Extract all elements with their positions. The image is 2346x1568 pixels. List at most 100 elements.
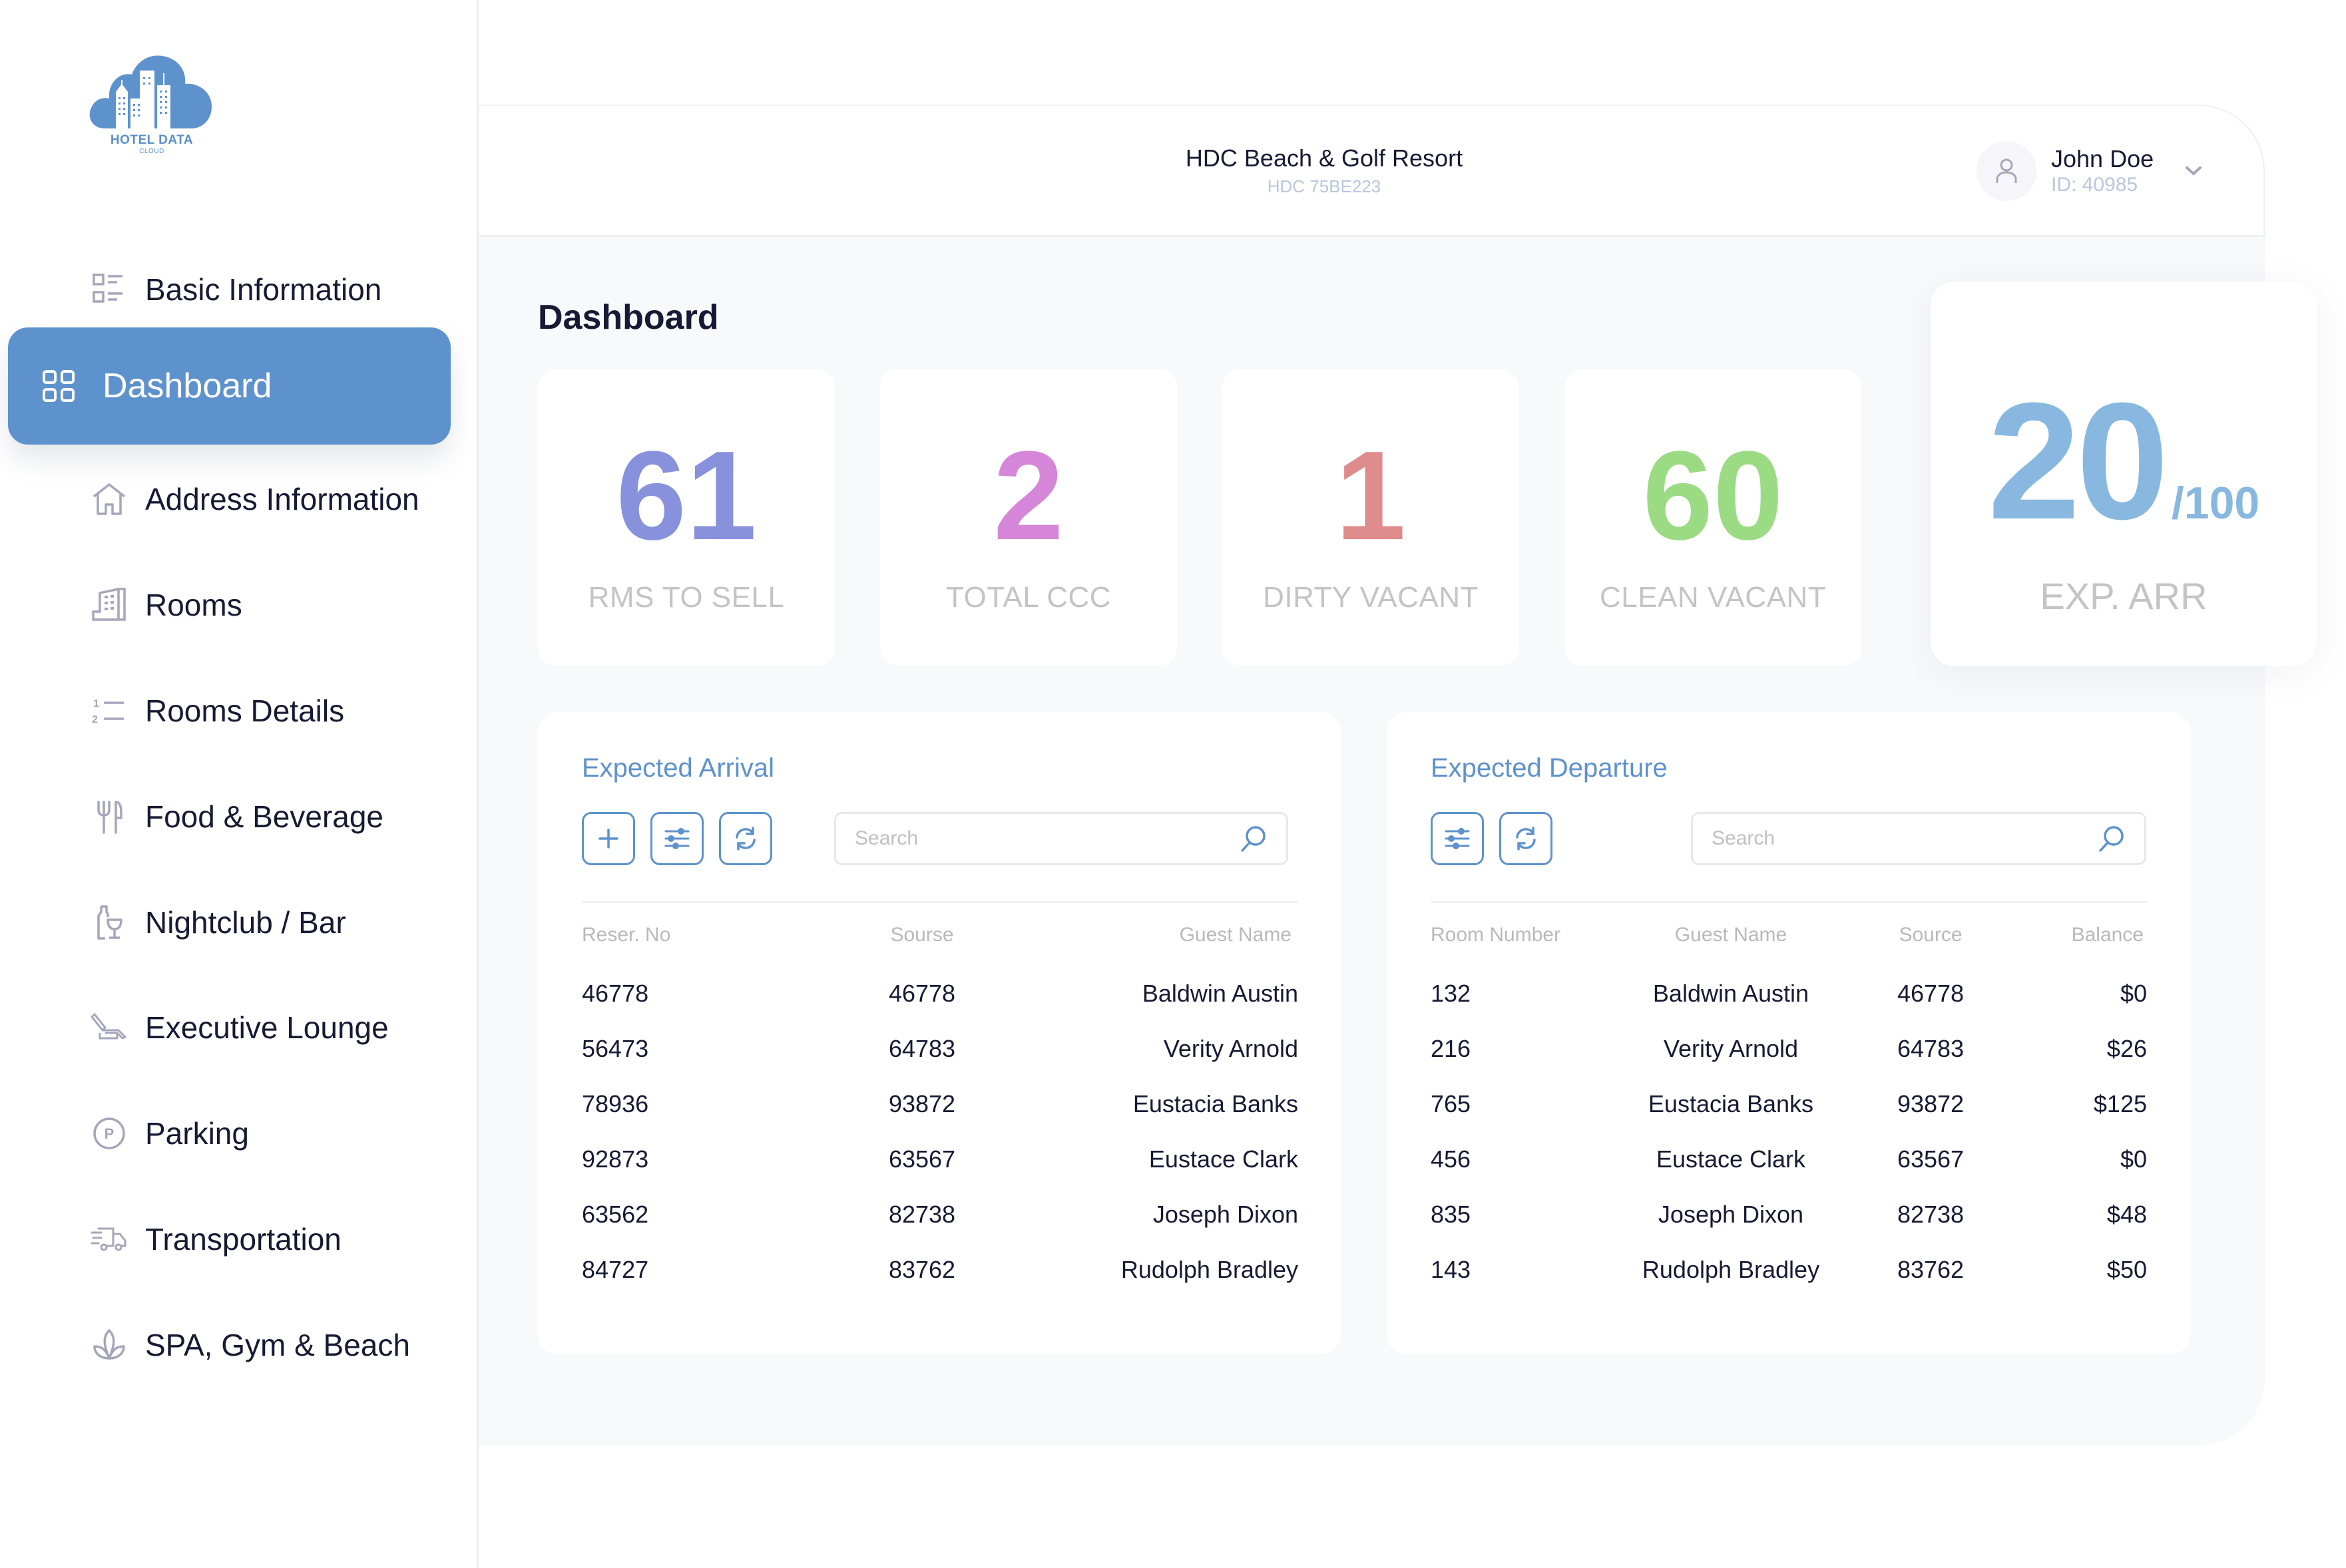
cell-reservation-number: 46778 (582, 980, 649, 1007)
cell-guest-name: Eustace Clark (1148, 1145, 1298, 1173)
building-icon (91, 586, 128, 624)
exp-arr-value-group: 20 /100 (1931, 378, 2317, 544)
avatar[interactable] (1977, 141, 2036, 201)
cell-room-number: 143 (1431, 1256, 1471, 1283)
lotus-icon (91, 1326, 128, 1364)
departure-search[interactable] (1691, 812, 2146, 865)
stat-value: 61 (616, 425, 757, 566)
lounge-chair-icon (91, 1009, 128, 1046)
user-icon (1996, 158, 2017, 183)
arrival-add-button[interactable] (582, 812, 635, 865)
hotel-info: HDC Beach & Golf Resort HDC 75BE223 (1051, 144, 1597, 197)
cell-source: 93872 (888, 1090, 956, 1117)
cell-guest-name: Baldwin Austin (1142, 980, 1298, 1007)
sidebar-item-address-information[interactable]: Address Information (8, 459, 451, 539)
cell-reservation-number: 92873 (582, 1145, 649, 1173)
sidebar-item-rooms-details[interactable]: 12 Rooms Details (8, 671, 451, 751)
sidebar-item-label: Transportation (145, 1222, 342, 1257)
sidebar-item-executive-lounge[interactable]: Executive Lounge (8, 988, 451, 1068)
arrival-filter-button[interactable] (650, 812, 704, 865)
cell-source: 46778 (1897, 980, 1965, 1007)
cell-room-number: 216 (1431, 1035, 1471, 1062)
arrival-refresh-button[interactable] (719, 812, 772, 865)
user-menu[interactable]: John Doe ID: 40985 (1977, 140, 2207, 202)
user-menu-toggle[interactable] (2180, 158, 2207, 184)
svg-text:2: 2 (92, 714, 98, 725)
arrival-search-input[interactable] (855, 814, 1215, 863)
cell-source: 63567 (888, 1145, 956, 1173)
search-icon[interactable] (1238, 823, 1269, 854)
logo-title: HOTEL DATA (110, 133, 194, 147)
cell-source: 82738 (1897, 1201, 1965, 1228)
arrival-search[interactable] (834, 812, 1288, 865)
sidebar-item-label: Basic Information (145, 272, 382, 307)
sidebar-item-food-beverage[interactable]: Food & Beverage (8, 777, 451, 857)
sidebar-item-nightclub-bar[interactable]: Nightclub / Bar (8, 882, 451, 962)
card-title: Expected Arrival (582, 753, 775, 783)
sidebar-item-label: Rooms (145, 588, 242, 622)
search-icon[interactable] (2096, 823, 2127, 854)
departure-col-room-number[interactable]: Room Number (1431, 924, 1560, 946)
cell-source: 82738 (888, 1201, 956, 1228)
arrival-col-reser-no[interactable]: Reser. No (582, 924, 670, 946)
departure-col-source[interactable]: Source (1864, 924, 1997, 946)
sidebar-item-rooms[interactable]: Rooms (8, 565, 451, 645)
sidebar-item-parking[interactable]: P Parking (8, 1093, 451, 1173)
refresh-icon (736, 827, 756, 851)
departure-filter-button[interactable] (1431, 812, 1484, 865)
cell-balance: $26 (2106, 1035, 2147, 1062)
list-icon (91, 271, 128, 308)
exp-arr-total: /100 (2171, 478, 2260, 528)
bottle-glass-icon (91, 904, 128, 941)
cell-room-number: 132 (1431, 980, 1471, 1007)
stat-card-clean-vacant: 60 CLEAN VACANT (1564, 369, 1861, 666)
exp-arr-label: EXP. ARR (2040, 575, 2208, 617)
sidebar-item-spa-gym-beach[interactable]: SPA, Gym & Beach (8, 1305, 451, 1385)
stat-label: RMS TO SELL (588, 581, 785, 614)
cell-guest-name: Eustace Clark (1656, 1145, 1806, 1173)
user-name: John Doe (2051, 145, 2154, 172)
plus-icon (598, 829, 618, 849)
departure-col-balance[interactable]: Balance (2010, 924, 2144, 946)
cell-guest-name: Joseph Dixon (1658, 1201, 1804, 1228)
sidebar-item-label: Dashboard (103, 367, 272, 405)
cell-source: 64783 (1897, 1035, 1965, 1062)
truck-icon (91, 1221, 128, 1258)
sidebar-item-dashboard[interactable]: Dashboard (8, 327, 451, 445)
cell-room-number: 456 (1431, 1145, 1471, 1173)
stat-card-total-ccc: 2 TOTAL CCC (880, 369, 1177, 666)
stat-card-exp-arr: 20 /100 EXP. ARR (1931, 282, 2317, 666)
hotel-data-cloud-logo[interactable]: HOTEL DATA CLOUD (85, 45, 218, 165)
stat-label: CLEAN VACANT (1599, 581, 1827, 614)
svg-text:1: 1 (93, 698, 99, 709)
stat-label: DIRTY VACANT (1263, 581, 1479, 614)
cell-source: 83762 (1897, 1256, 1965, 1283)
cloud-buildings-icon (89, 55, 212, 128)
sidebar-item-label: Food & Beverage (145, 799, 384, 834)
sidebar-item-label: Nightclub / Bar (145, 905, 346, 940)
stat-card-rms-to-sell: 61 RMS TO SELL (538, 369, 835, 666)
stat-card-dirty-vacant: 1 DIRTY VACANT (1222, 369, 1519, 666)
sliders-icon (664, 828, 690, 849)
cell-guest-name: Rudolph Bradley (1642, 1256, 1820, 1283)
arrival-col-guest-name[interactable]: Guest Name (1098, 924, 1291, 946)
arrival-col-source[interactable]: Sourse (855, 924, 989, 946)
departure-refresh-button[interactable] (1499, 812, 1552, 865)
refresh-icon (1516, 827, 1536, 851)
sidebar-item-basic-information[interactable]: Basic Information (8, 250, 451, 329)
cell-reservation-number: 78936 (582, 1090, 649, 1117)
cell-source: 83762 (888, 1256, 956, 1283)
departure-col-guest-name[interactable]: Guest Name (1631, 924, 1831, 946)
logo-subtitle: CLOUD (139, 148, 164, 155)
cell-balance: $0 (2120, 1145, 2147, 1173)
sidebar-item-label: Address Information (145, 482, 419, 516)
sidebar-item-transportation[interactable]: Transportation (8, 1199, 451, 1279)
stat-value: 60 (1642, 425, 1783, 566)
cell-guest-name: Joseph Dixon (1152, 1201, 1298, 1228)
cell-source: 93872 (1897, 1090, 1965, 1117)
departure-search-input[interactable] (1712, 814, 2073, 863)
cell-balance: $0 (2120, 980, 2147, 1007)
cell-balance: $50 (2106, 1256, 2147, 1283)
cell-room-number: 835 (1431, 1201, 1471, 1228)
user-id: ID: 40985 (2051, 174, 2138, 196)
